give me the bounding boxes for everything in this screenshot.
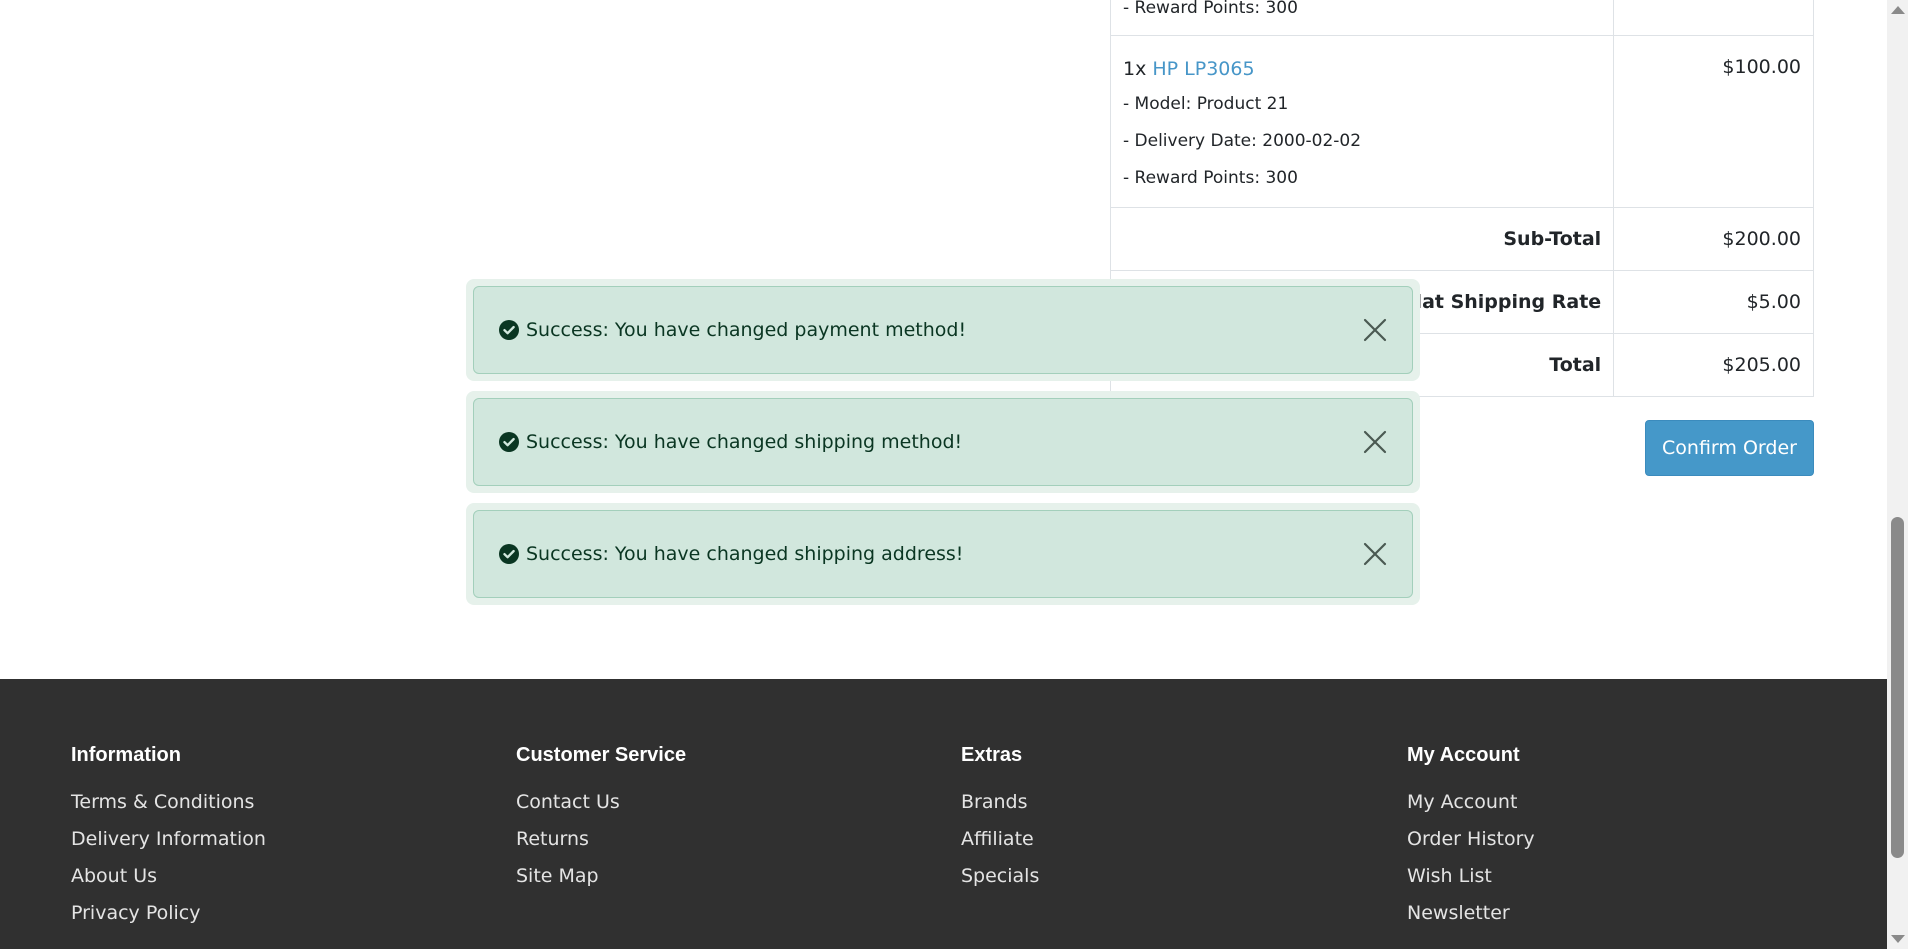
vertical-scrollbar[interactable]: [1887, 0, 1908, 949]
subtotal-label: Sub-Total: [1109, 207, 1615, 271]
alert-message: Success: You have changed payment method…: [526, 319, 967, 341]
footer-column-title: Customer Service: [516, 744, 687, 766]
footer-link-terms[interactable]: Terms & Conditions: [71, 784, 266, 821]
footer-column-title: Information: [71, 744, 181, 766]
scroll-up-arrow-icon[interactable]: [1891, 6, 1905, 14]
footer-link-site-map[interactable]: Site Map: [516, 858, 686, 895]
product-line: 1x HP LP3065: [1123, 56, 1601, 82]
check-circle-icon: [499, 432, 519, 452]
close-icon[interactable]: [1362, 541, 1388, 567]
alert-shipping-address: Success: You have changed shipping addre…: [466, 503, 1420, 605]
footer-link-returns[interactable]: Returns: [516, 821, 686, 858]
check-circle-icon: [499, 544, 519, 564]
alert-payment-method: Success: You have changed payment method…: [466, 279, 1420, 381]
footer-column-extras: Extras Brands Affiliate Specials: [961, 741, 1039, 895]
footer-link-newsletter[interactable]: Newsletter: [1407, 895, 1535, 932]
footer-link-affiliate[interactable]: Affiliate: [961, 821, 1039, 858]
scroll-down-arrow-icon[interactable]: [1891, 935, 1905, 943]
footer-link-delivery-information[interactable]: Delivery Information: [71, 821, 266, 858]
footer-column-title: Extras: [961, 744, 1023, 766]
product-option-model: - Model: Product 21: [1123, 94, 1289, 114]
footer-link-brands[interactable]: Brands: [961, 784, 1039, 821]
footer-link-contact-us[interactable]: Contact Us: [516, 784, 686, 821]
site-footer: Information Terms & Conditions Delivery …: [0, 679, 1887, 949]
alert-shipping-method: Success: You have changed shipping metho…: [466, 391, 1420, 493]
footer-link-about-us[interactable]: About Us: [71, 858, 266, 895]
shipping-value: $5.00: [1613, 270, 1814, 334]
footer-link-wish-list[interactable]: Wish List: [1407, 858, 1535, 895]
product-quantity: 1x: [1123, 58, 1147, 80]
footer-column-information: Information Terms & Conditions Delivery …: [71, 741, 266, 932]
scrollbar-thumb[interactable]: [1891, 517, 1904, 858]
success-alert: Success: You have changed payment method…: [473, 286, 1413, 374]
product-price: $100.00: [1613, 35, 1814, 208]
footer-column-title: My Account: [1407, 744, 1520, 766]
subtotal-row: Sub-Total $200.00: [1109, 207, 1814, 271]
product-cell: - Reward Points: 300: [1109, 0, 1615, 36]
confirm-order-button[interactable]: Confirm Order: [1645, 420, 1814, 476]
alert-message: Success: You have changed shipping metho…: [526, 431, 963, 453]
price-cell: [1613, 0, 1814, 36]
product-option-reward: - Reward Points: 300: [1123, 168, 1298, 188]
check-circle-icon: [499, 320, 519, 340]
footer-link-my-account[interactable]: My Account: [1407, 784, 1535, 821]
footer-link-privacy-policy[interactable]: Privacy Policy: [71, 895, 266, 932]
close-icon[interactable]: [1362, 429, 1388, 455]
table-row: - Reward Points: 300: [1109, 0, 1814, 36]
product-link[interactable]: HP LP3065: [1152, 58, 1254, 80]
total-value: $205.00: [1613, 333, 1814, 397]
subtotal-value: $200.00: [1613, 207, 1814, 271]
product-option-delivery-date: - Delivery Date: 2000-02-02: [1123, 131, 1362, 151]
close-icon[interactable]: [1362, 317, 1388, 343]
footer-column-my-account: My Account My Account Order History Wish…: [1407, 741, 1535, 932]
table-row: 1x HP LP3065 - Model: Product 21 - Deliv…: [1109, 35, 1814, 208]
success-alert: Success: You have changed shipping metho…: [473, 398, 1413, 486]
footer-link-specials[interactable]: Specials: [961, 858, 1039, 895]
alert-message: Success: You have changed shipping addre…: [526, 543, 964, 565]
success-alert: Success: You have changed shipping addre…: [473, 510, 1413, 598]
footer-link-order-history[interactable]: Order History: [1407, 821, 1535, 858]
footer-column-customer-service: Customer Service Contact Us Returns Site…: [516, 741, 686, 895]
product-option-reward: - Reward Points: 300: [1123, 0, 1298, 18]
product-cell: 1x HP LP3065 - Model: Product 21 - Deliv…: [1109, 35, 1615, 208]
